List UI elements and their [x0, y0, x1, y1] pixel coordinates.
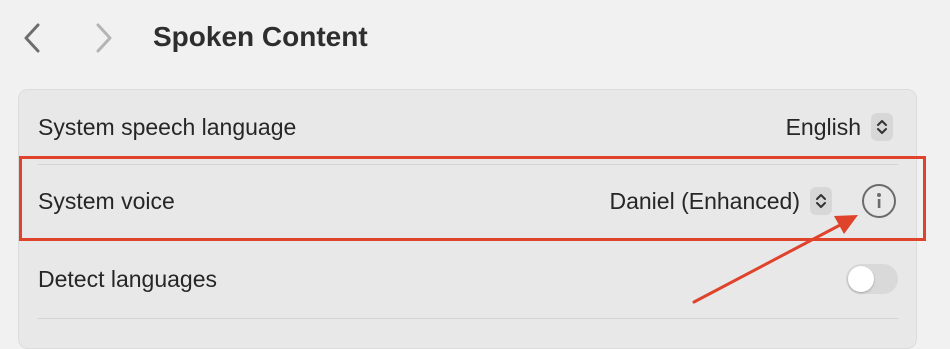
page-title: Spoken Content: [153, 21, 368, 52]
settings-panel: System speech language English System vo…: [18, 89, 917, 349]
speech-language-value: English: [785, 113, 861, 140]
detect-languages-toggle[interactable]: [846, 264, 898, 294]
toggle-knob: [848, 266, 874, 292]
detect-languages-label: Detect languages: [38, 265, 218, 292]
chevron-left-icon: [24, 23, 40, 53]
speech-language-row: System speech language English: [19, 90, 916, 164]
divider: [38, 238, 898, 239]
forward-button[interactable]: [86, 18, 122, 58]
speech-language-label: System speech language: [38, 113, 297, 140]
system-voice-select[interactable]: Daniel (Enhanced): [609, 187, 832, 215]
back-button[interactable]: [14, 18, 50, 58]
info-button[interactable]: [862, 184, 896, 218]
system-voice-label: System voice: [38, 187, 175, 214]
system-voice-row: System voice Daniel (Enhanced): [19, 164, 916, 238]
up-down-chevron-icon: [871, 113, 893, 141]
divider: [38, 318, 898, 319]
up-down-chevron-icon: [810, 187, 832, 215]
info-icon: [877, 193, 881, 208]
chevron-right-icon: [96, 23, 112, 53]
detect-languages-row: Detect languages: [19, 242, 916, 316]
system-voice-value: Daniel (Enhanced): [609, 187, 800, 214]
speech-language-select[interactable]: English: [786, 113, 893, 141]
